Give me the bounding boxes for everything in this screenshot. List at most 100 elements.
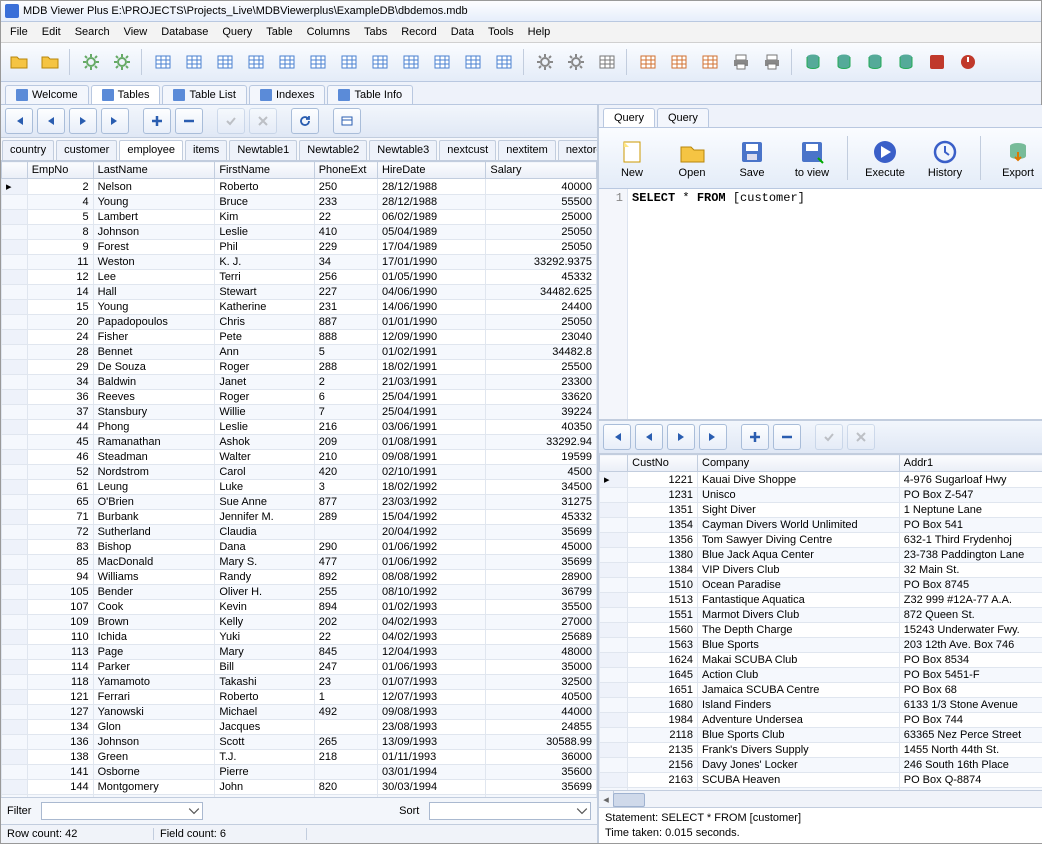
table-edit-icon[interactable] (242, 48, 270, 76)
table-row[interactable]: 141OsbornePierre03/01/199435600 (2, 765, 597, 780)
results-hscroll[interactable]: ◂ ▸ (599, 790, 1042, 807)
off-icon[interactable] (954, 48, 982, 76)
menu-search[interactable]: Search (68, 24, 117, 40)
tabletab-newtable2[interactable]: Newtable2 (299, 140, 367, 160)
db4-icon[interactable] (892, 48, 920, 76)
table-del-icon[interactable] (211, 48, 239, 76)
table-row[interactable]: ▸1221Kauai Dive Shoppe4-976 Sugarloaf Hw… (600, 472, 1042, 488)
tabletab-nextitem[interactable]: nextitem (498, 140, 556, 160)
open-db-icon[interactable] (36, 48, 64, 76)
customer-table[interactable]: CustNoCompanyAddr1Addr2▸1221Kauai Dive S… (599, 454, 1042, 790)
table-row[interactable]: 144MontgomeryJohn82030/03/199435699 (2, 780, 597, 795)
nav-prev-button[interactable] (37, 108, 65, 134)
menu-help[interactable]: Help (521, 24, 558, 40)
table-add-icon[interactable] (180, 48, 208, 76)
table-row[interactable]: 15YoungKatherine23114/06/199024400 (2, 300, 597, 315)
table-row[interactable]: 118YamamotoTakashi2301/07/199332500 (2, 675, 597, 690)
table-row[interactable]: 1354Cayman Divers World UnlimitedPO Box … (600, 518, 1042, 533)
table-sql-icon[interactable] (490, 48, 518, 76)
table-row[interactable]: 1560The Depth Charge15243 Underwater Fwy… (600, 623, 1042, 638)
employee-grid[interactable]: EmpNoLastNameFirstNamePhoneExtHireDateSa… (1, 161, 597, 797)
export3-icon[interactable] (696, 48, 724, 76)
menu-query[interactable]: Query (215, 24, 259, 40)
nav-plus-button[interactable] (143, 108, 171, 134)
nav-refresh-button[interactable] (291, 108, 319, 134)
db3-icon[interactable] (861, 48, 889, 76)
table-info-icon[interactable] (335, 48, 363, 76)
col-header[interactable]: LastName (93, 162, 215, 179)
menu-columns[interactable]: Columns (300, 24, 357, 40)
table-row[interactable]: 2163SCUBA HeavenPO Box Q-8874 (600, 773, 1042, 788)
query-save-button[interactable]: Save (725, 132, 779, 184)
query-new-button[interactable]: New (605, 132, 659, 184)
table-row[interactable]: 1984Adventure UnderseaPO Box 744 (600, 713, 1042, 728)
query-history-button[interactable]: History (918, 132, 972, 184)
query-tab-0[interactable]: Query (603, 108, 655, 127)
db2-icon[interactable] (830, 48, 858, 76)
table-row[interactable]: 24FisherPete88812/09/199023040 (2, 330, 597, 345)
table-row[interactable]: 83BishopDana29001/06/199245000 (2, 540, 597, 555)
table-row[interactable]: 61LeungLuke318/02/199234500 (2, 480, 597, 495)
table-col-icon[interactable] (366, 48, 394, 76)
table-icon[interactable] (149, 48, 177, 76)
tabletab-country[interactable]: country (2, 140, 54, 160)
nav-minus-button[interactable] (175, 108, 203, 134)
table-link-icon[interactable] (304, 48, 332, 76)
customer-grid[interactable]: CustNoCompanyAddr1Addr2▸1221Kauai Dive S… (599, 454, 1042, 790)
table-row[interactable]: 28BennetAnn501/02/199134482.8 (2, 345, 597, 360)
menu-database[interactable]: Database (154, 24, 215, 40)
col-header[interactable]: Addr1 (899, 455, 1042, 472)
table-row[interactable]: 145GuckenheimerMark22102/05/199432000 (2, 795, 597, 798)
sql-text[interactable]: SELECT * FROM [customer] (628, 189, 1042, 419)
table-row[interactable]: 37StansburyWillie725/04/199139224 (2, 405, 597, 420)
table-row[interactable]: 113PageMary84512/04/199348000 (2, 645, 597, 660)
nav-prev-button[interactable] (635, 424, 663, 450)
col-header[interactable]: HireDate (378, 162, 486, 179)
table-row[interactable]: 65O'BrienSue Anne87723/03/199231275 (2, 495, 597, 510)
table-row[interactable]: 2118Blue Sports Club63365 Nez Perce Stre… (600, 728, 1042, 743)
table-fav2-icon[interactable] (428, 48, 456, 76)
menu-table[interactable]: Table (259, 24, 299, 40)
table-row[interactable]: 11WestonK. J.3417/01/199033292.9375 (2, 255, 597, 270)
nav-next-button[interactable] (667, 424, 695, 450)
table-row[interactable]: ▸2NelsonRoberto25028/12/198840000 (2, 179, 597, 195)
search-icon[interactable] (77, 48, 105, 76)
col-header[interactable]: PhoneExt (314, 162, 377, 179)
gear-icon[interactable] (531, 48, 559, 76)
tabletab-nextord[interactable]: nextord (558, 140, 597, 160)
nav-last-button[interactable] (101, 108, 129, 134)
table-copy-icon[interactable] (273, 48, 301, 76)
navtab-tables[interactable]: Tables (91, 85, 161, 104)
table-row[interactable]: 71BurbankJennifer M.28915/04/199245332 (2, 510, 597, 525)
nav-first-button[interactable] (603, 424, 631, 450)
col-header[interactable]: Company (698, 455, 900, 472)
scroll-thumb[interactable] (613, 793, 645, 807)
table-row[interactable]: 1513Fantastique AquaticaZ32 999 #12A-77 … (600, 593, 1042, 608)
menu-record[interactable]: Record (394, 24, 443, 40)
table-row[interactable]: 1563Blue Sports203 12th Ave. Box 746 (600, 638, 1042, 653)
table-row[interactable]: 1380Blue Jack Aqua Center23-738 Paddingt… (600, 548, 1042, 563)
table-row[interactable]: 45RamanathanAshok20901/08/199133292.94 (2, 435, 597, 450)
col-header[interactable] (600, 455, 628, 472)
employee-table[interactable]: EmpNoLastNameFirstNamePhoneExtHireDateSa… (1, 161, 597, 797)
table-row[interactable]: 12LeeTerri25601/05/199045332 (2, 270, 597, 285)
table-row[interactable]: 127YanowskiMichael49209/08/199344000 (2, 705, 597, 720)
table-row[interactable]: 1231UniscoPO Box Z-547 (600, 488, 1042, 503)
query-execute-button[interactable]: Execute (858, 132, 912, 184)
query-open-button[interactable]: Open (665, 132, 719, 184)
search2-icon[interactable] (108, 48, 136, 76)
col-header[interactable]: EmpNo (27, 162, 93, 179)
table-row[interactable]: 29De SouzaRoger28818/02/199125500 (2, 360, 597, 375)
table-row[interactable]: 4YoungBruce23328/12/198855500 (2, 195, 597, 210)
tabletab-items[interactable]: items (185, 140, 227, 160)
table-row[interactable]: 138GreenT.J.21801/11/199336000 (2, 750, 597, 765)
open-file-icon[interactable] (5, 48, 33, 76)
col-header[interactable]: Salary (486, 162, 597, 179)
table-row[interactable]: 94WilliamsRandy89208/08/199228900 (2, 570, 597, 585)
table-row[interactable]: 14HallStewart22704/06/199034482.625 (2, 285, 597, 300)
table-row[interactable]: 110IchidaYuki2204/02/199325689 (2, 630, 597, 645)
menu-file[interactable]: File (3, 24, 35, 40)
nav-plus-button[interactable] (741, 424, 769, 450)
navtab-table-info[interactable]: Table Info (327, 85, 413, 104)
table-row[interactable]: 72SutherlandClaudia20/04/199235699 (2, 525, 597, 540)
